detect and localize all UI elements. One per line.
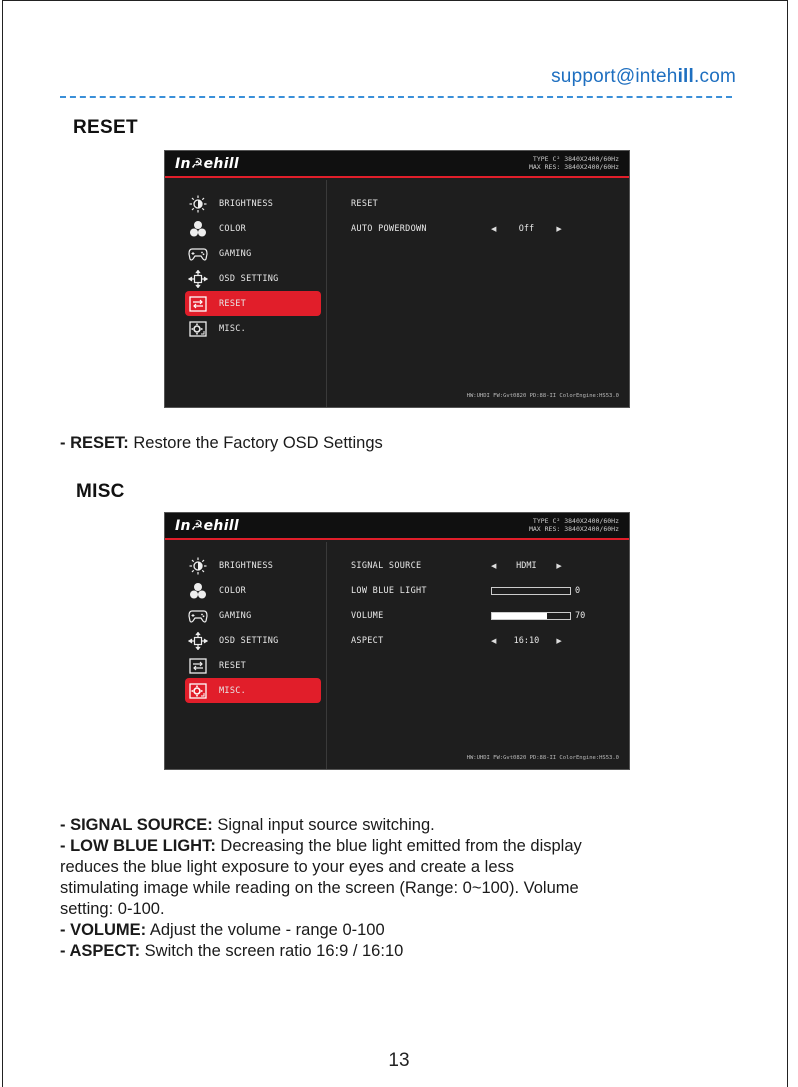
- menu-label: GAMING: [219, 248, 252, 259]
- osd-panel-reset: In☭ehill TYPE C² 3840X2400/60Hz MAX RES:…: [164, 150, 630, 408]
- option-low-blue-light[interactable]: LOW BLUE LIGHT 0: [351, 578, 619, 603]
- option-reset[interactable]: RESET: [351, 191, 619, 216]
- osd-options: SIGNAL SOURCE ◀ HDMI ▶ LOW BLUE LIGHT 0 …: [351, 553, 619, 653]
- arrow-right-icon[interactable]: ▶: [556, 562, 561, 570]
- menu-item-osd-setting[interactable]: OSD SETTING: [185, 266, 321, 291]
- spec-readout: TYPE C² 3840X2400/60Hz MAX RES: 3840X240…: [528, 155, 619, 171]
- misc-section-title: MISC: [76, 481, 125, 502]
- reset-description: - RESET: Restore the Factory OSD Setting…: [60, 434, 383, 452]
- option-label: RESET: [351, 198, 379, 209]
- option-aspect[interactable]: ASPECT ◀ 16:10 ▶: [351, 628, 619, 653]
- option-label: AUTO POWERDOWN: [351, 223, 427, 234]
- arrow-right-icon[interactable]: ▶: [556, 637, 561, 645]
- menu-label: BRIGHTNESS: [219, 198, 274, 209]
- menu-label: RESET: [219, 298, 247, 309]
- menu-item-gaming[interactable]: GAMING: [185, 241, 321, 266]
- osd-header: In☭ehill TYPE C² 3840X2400/60Hz MAX RES:…: [165, 513, 629, 540]
- gaming-icon: [187, 245, 209, 263]
- support-email: support@intehill.com: [551, 66, 736, 87]
- menu-item-color[interactable]: COLOR: [185, 578, 321, 603]
- desc-volume: - VOLUME: Adjust the volume - range 0-10…: [60, 921, 385, 939]
- misc-icon: [187, 320, 209, 338]
- color-icon: [187, 220, 209, 238]
- spec-readout: TYPE C² 3840X2400/60Hz MAX RES: 3840X240…: [528, 517, 619, 533]
- osd-divider: [326, 542, 327, 769]
- slider-value: 0: [575, 585, 581, 596]
- misc-descriptions: - SIGNAL SOURCE: Signal input source swi…: [60, 815, 750, 962]
- menu-label: RESET: [219, 660, 247, 671]
- color-icon: [187, 582, 209, 600]
- menu-label: OSD SETTING: [219, 635, 279, 646]
- menu-item-osd-setting[interactable]: OSD SETTING: [185, 628, 321, 653]
- osd-header: In☭ehill TYPE C² 3840X2400/60Hz MAX RES:…: [165, 151, 629, 178]
- firmware-info: HW:UHDI FW:Gvt0820 PD:88-II ColorEngine:…: [466, 755, 619, 761]
- menu-item-reset[interactable]: RESET: [185, 653, 321, 678]
- brand-logo: In☭ehill: [175, 518, 239, 534]
- desc-low-blue-light-cont: reduces the blue light exposure to your …: [60, 858, 515, 876]
- menu-label: GAMING: [219, 610, 252, 621]
- osd-panel-misc: In☭ehill TYPE C² 3840X2400/60Hz MAX RES:…: [164, 512, 630, 770]
- desc-low-blue-light: - LOW BLUE LIGHT: Decreasing the blue li…: [60, 837, 582, 855]
- dashed-divider: [60, 96, 732, 98]
- reset-icon: [187, 295, 209, 313]
- osd-setting-icon: [187, 269, 209, 288]
- osd-options: RESET AUTO POWERDOWN ◀ Off ▶: [351, 191, 619, 241]
- menu-label: MISC.: [219, 685, 247, 696]
- brand-logo: In☭ehill: [175, 156, 239, 172]
- option-volume[interactable]: VOLUME 70: [351, 603, 619, 628]
- brightness-icon: [187, 557, 209, 575]
- menu-label: OSD SETTING: [219, 273, 279, 284]
- menu-item-gaming[interactable]: GAMING: [185, 603, 321, 628]
- desc-low-blue-light-cont: setting: 0-100.: [60, 900, 165, 918]
- menu-item-misc[interactable]: MISC.: [185, 678, 321, 703]
- option-label: LOW BLUE LIGHT: [351, 585, 427, 596]
- menu-label: COLOR: [219, 223, 247, 234]
- option-label: SIGNAL SOURCE: [351, 560, 422, 571]
- brightness-icon: [187, 195, 209, 213]
- desc-signal-source: - SIGNAL SOURCE: Signal input source swi…: [60, 816, 435, 834]
- firmware-info: HW:UHDI FW:Gvt0820 PD:88-II ColorEngine:…: [466, 393, 619, 399]
- menu-item-brightness[interactable]: BRIGHTNESS: [185, 191, 321, 216]
- menu-label: MISC.: [219, 323, 247, 334]
- menu-item-color[interactable]: COLOR: [185, 216, 321, 241]
- osd-divider: [326, 180, 327, 407]
- option-value: Off: [518, 223, 535, 234]
- desc-aspect: - ASPECT: Switch the screen ratio 16:9 /…: [60, 942, 404, 960]
- arrow-right-icon[interactable]: ▶: [556, 225, 561, 233]
- osd-menu: BRIGHTNESS COLOR GAMING OSD SETTING RESE…: [185, 191, 321, 341]
- menu-item-misc[interactable]: MISC.: [185, 316, 321, 341]
- osd-menu: BRIGHTNESS COLOR GAMING OSD SETTING RESE…: [185, 553, 321, 703]
- desc-low-blue-light-cont: stimulating image while reading on the s…: [60, 879, 579, 897]
- misc-icon: [187, 682, 209, 700]
- option-value: HDMI: [516, 560, 537, 571]
- menu-item-brightness[interactable]: BRIGHTNESS: [185, 553, 321, 578]
- gaming-icon: [187, 607, 209, 625]
- reset-section-title: RESET: [73, 117, 138, 138]
- option-auto-powerdown[interactable]: AUTO POWERDOWN ◀ Off ▶: [351, 216, 619, 241]
- option-label: ASPECT: [351, 635, 384, 646]
- option-label: VOLUME: [351, 610, 384, 621]
- slider-value: 70: [575, 610, 586, 621]
- menu-item-reset[interactable]: RESET: [185, 291, 321, 316]
- page-number: 13: [388, 1050, 410, 1071]
- volume-slider[interactable]: [491, 611, 571, 620]
- low-blue-light-slider[interactable]: [491, 586, 571, 595]
- option-signal-source[interactable]: SIGNAL SOURCE ◀ HDMI ▶: [351, 553, 619, 578]
- reset-icon: [187, 657, 209, 675]
- menu-label: COLOR: [219, 585, 247, 596]
- osd-setting-icon: [187, 631, 209, 650]
- menu-label: BRIGHTNESS: [219, 560, 274, 571]
- option-value: 16:10: [513, 635, 540, 646]
